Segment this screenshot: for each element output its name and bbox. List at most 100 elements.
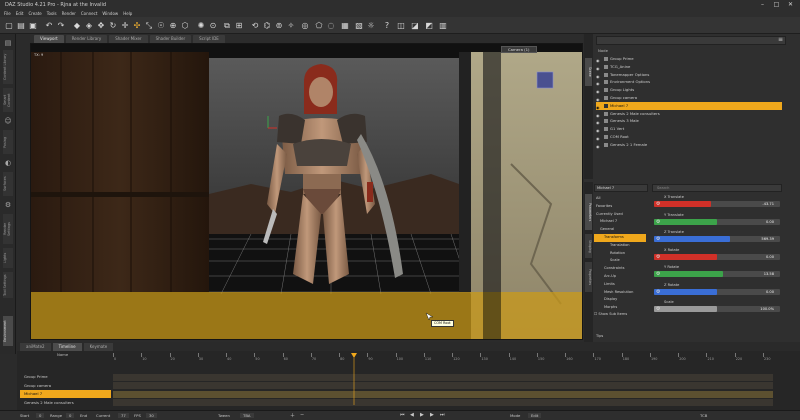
slider-track[interactable]: ⚙ 569.39 bbox=[654, 236, 780, 242]
first-frame-icon[interactable]: ⏮ bbox=[400, 412, 405, 418]
menu-create[interactable]: Create bbox=[28, 11, 41, 16]
geometry-icon[interactable]: ⬡ bbox=[180, 21, 190, 31]
scene-item[interactable]: ◉ G1 Vert bbox=[596, 125, 782, 133]
tab-viewport[interactable]: Viewport bbox=[34, 35, 64, 43]
slider-track[interactable]: ⚙ 0.00 bbox=[654, 218, 780, 225]
last-frame-icon[interactable]: ⏭ bbox=[440, 412, 445, 418]
visibility-eye-icon[interactable]: ◉ bbox=[596, 112, 602, 118]
parameters-nav-item[interactable]: Morphs bbox=[594, 304, 646, 312]
lock-icon[interactable]: ◈ bbox=[84, 21, 94, 31]
slider-track[interactable]: ⚙ 13.58 bbox=[654, 271, 780, 277]
node-weight-icon[interactable]: ▦ bbox=[340, 21, 350, 31]
parameters-nav-item[interactable]: Favorites bbox=[594, 203, 646, 211]
surfaces-icon[interactable]: ◐ bbox=[3, 158, 13, 168]
iray-icon[interactable]: ⊞ bbox=[234, 21, 244, 31]
visibility-eye-icon[interactable]: ◉ bbox=[596, 80, 602, 86]
menu-edit[interactable]: Edit bbox=[16, 11, 24, 16]
universal-icon[interactable]: ✛ bbox=[120, 21, 130, 31]
prev-frame-icon[interactable]: ◀ bbox=[410, 412, 414, 418]
tab-lights[interactable]: Lights bbox=[3, 248, 13, 268]
scene-item[interactable]: ◉ TCG_Anine bbox=[596, 63, 782, 71]
parameters-nav-item[interactable]: Scale bbox=[594, 257, 646, 265]
maximize-button[interactable]: □ bbox=[772, 1, 781, 9]
visibility-eye-icon[interactable]: ◉ bbox=[596, 143, 602, 149]
parameters-nav-item[interactable]: Rotation bbox=[594, 250, 646, 258]
scene-item[interactable]: ◉ Genesis 3 Male bbox=[596, 117, 782, 125]
play-icon[interactable]: ▶ bbox=[420, 412, 424, 418]
next-frame-icon[interactable]: ▶ bbox=[430, 412, 434, 418]
visibility-eye-icon[interactable]: ◉ bbox=[596, 119, 602, 125]
scene-item[interactable]: ◉ Tonemapper Options bbox=[596, 71, 782, 79]
light-icon[interactable]: ✺ bbox=[196, 21, 206, 31]
timeline-row[interactable]: Michael 7 bbox=[20, 390, 111, 398]
close-button[interactable]: ✕ bbox=[786, 1, 795, 9]
parameter-value[interactable]: 569.39 bbox=[761, 236, 774, 242]
tab-shader-builder[interactable]: Shader Builder bbox=[149, 35, 192, 43]
translate-icon[interactable]: ✣ bbox=[132, 21, 142, 31]
slider-track[interactable]: ⚙ 0.00 bbox=[654, 288, 780, 295]
menu-tools[interactable]: Tools bbox=[47, 11, 57, 16]
scene-item[interactable]: ◉ Genesis 2 Male consulters bbox=[596, 110, 782, 118]
slider-track[interactable]: ⚙ -43.71 bbox=[654, 201, 780, 207]
undo-icon[interactable]: ↶ bbox=[44, 21, 54, 31]
scale-icon[interactable]: ⤡ bbox=[144, 21, 154, 31]
tab-content-library[interactable]: Content Library bbox=[3, 50, 13, 84]
rotate-icon[interactable]: ↻ bbox=[108, 21, 118, 31]
menu-render[interactable]: Render bbox=[62, 11, 76, 16]
parameters-nav-item[interactable]: Michael 7 bbox=[594, 218, 646, 226]
visibility-eye-icon[interactable]: ◉ bbox=[596, 73, 602, 79]
open-icon[interactable]: ▤ bbox=[16, 21, 26, 31]
timeline-icon[interactable]: ◩ bbox=[424, 21, 434, 31]
fps-field[interactable]: 30 bbox=[146, 413, 157, 418]
scene-options-icon[interactable]: ≡ bbox=[778, 36, 783, 43]
tab-shader-mixer[interactable]: Shader Mixer bbox=[109, 35, 148, 43]
render-icon[interactable]: ⧉ bbox=[222, 21, 232, 31]
dforce-icon[interactable]: ◌ bbox=[326, 21, 336, 31]
visibility-eye-icon[interactable]: ◉ bbox=[596, 127, 602, 133]
parameter-slider[interactable]: Z Translate ⚙ 569.39 bbox=[652, 230, 782, 245]
daz-icon[interactable]: ◆ bbox=[72, 21, 82, 31]
timeline-track[interactable] bbox=[113, 390, 773, 398]
redo-icon[interactable]: ↷ bbox=[56, 21, 66, 31]
gear-icon[interactable]: ⚙ bbox=[656, 219, 660, 225]
tab-animate2[interactable]: aniMate2 bbox=[20, 343, 51, 351]
scene-item[interactable]: ◉ Genesis 2 1 Female bbox=[596, 141, 782, 149]
node-icon[interactable]: ⌬ bbox=[262, 21, 272, 31]
minimize-button[interactable]: – bbox=[758, 1, 767, 9]
parameters-nav-item[interactable]: Display bbox=[594, 296, 646, 304]
parameter-slider[interactable]: Scale ⚙ 100.0% bbox=[652, 300, 782, 315]
gear-icon[interactable]: ⚙ bbox=[656, 254, 660, 260]
parameter-slider[interactable]: Y Rotate ⚙ 13.58 bbox=[652, 265, 782, 280]
timeline-row[interactable]: Group Prime bbox=[20, 373, 111, 381]
camera-icon[interactable]: ⊙ bbox=[208, 21, 218, 31]
camera-selector[interactable]: Camera (1) bbox=[501, 46, 537, 53]
timeline-row[interactable]: Group camera bbox=[20, 382, 111, 390]
key-remove-icon[interactable]: − bbox=[300, 412, 304, 418]
aux-viewport-icon[interactable]: ◪ bbox=[410, 21, 420, 31]
scene-item[interactable]: ◉ Environment Options bbox=[596, 78, 782, 86]
visibility-eye-icon[interactable]: ◉ bbox=[596, 65, 602, 71]
playhead[interactable] bbox=[350, 353, 357, 405]
save-icon[interactable]: ▣ bbox=[28, 21, 38, 31]
posing-icon[interactable]: ☺ bbox=[3, 116, 13, 126]
scene-item[interactable]: ◉ Group Prime bbox=[596, 55, 782, 63]
menu-help[interactable]: Help bbox=[123, 11, 132, 16]
tab-posing[interactable]: Posing bbox=[3, 130, 13, 154]
tab-shaping[interactable]: Shaping bbox=[585, 234, 592, 258]
parameters-nav-item[interactable]: Arc-Up bbox=[594, 273, 646, 281]
new-icon[interactable]: ▢ bbox=[4, 21, 14, 31]
tab-properties[interactable]: Properties bbox=[585, 262, 592, 292]
visibility-eye-icon[interactable]: ◉ bbox=[596, 88, 602, 94]
tab-script-ide[interactable]: Script IDE bbox=[193, 35, 225, 43]
tab-environment[interactable]: Environment bbox=[3, 316, 13, 346]
tab-tool-settings[interactable]: Tool Settings bbox=[3, 272, 13, 298]
menu-connect[interactable]: Connect bbox=[81, 11, 98, 16]
slider-track[interactable]: ⚙ 100.0% bbox=[654, 306, 780, 312]
tab-scene[interactable]: Scene bbox=[585, 58, 592, 86]
parameters-nav-item[interactable]: Constraints bbox=[594, 265, 646, 273]
parameters-nav-item[interactable]: Currently Used bbox=[594, 211, 646, 219]
spot-render-icon[interactable]: ✧ bbox=[286, 21, 296, 31]
mode-field[interactable]: Edit bbox=[528, 413, 542, 418]
visibility-eye-icon[interactable]: ◉ bbox=[596, 96, 602, 102]
gear-icon[interactable]: ⚙ bbox=[656, 201, 660, 207]
